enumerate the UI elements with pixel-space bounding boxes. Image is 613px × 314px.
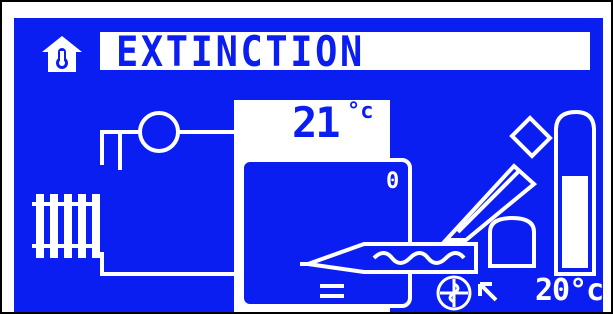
radiator-icon [32, 194, 100, 258]
heating-system-diagram [32, 100, 596, 312]
arrow-icon [478, 282, 498, 302]
outside-sensor-icon [488, 215, 536, 268]
pump-icon [138, 111, 180, 153]
fan-icon [436, 275, 472, 311]
room-temperature-unit: °c [347, 99, 374, 124]
return-pipe [100, 252, 244, 276]
boiler-value: 0 [386, 169, 400, 194]
boiler-controller-screen: EXTINCTION 21 °c 0 20°c [14, 18, 603, 312]
controller-display-frame: EXTINCTION 21 °c 0 20°c [0, 0, 613, 314]
outside-temperature: 20°c [535, 273, 603, 308]
